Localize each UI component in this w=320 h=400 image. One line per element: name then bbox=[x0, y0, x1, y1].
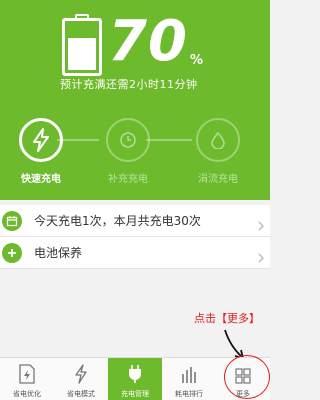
stage-label: 补充充电 bbox=[108, 174, 148, 185]
lightning-icon bbox=[54, 358, 108, 384]
stage-label: 涓流充电 bbox=[198, 174, 238, 185]
chevron-right-icon bbox=[258, 248, 264, 267]
calendar-icon bbox=[2, 211, 22, 231]
charging-stages: 快速充电 补充充电 涓流充电 bbox=[0, 112, 270, 192]
tab-power-optimization[interactable]: 省电优化 bbox=[0, 358, 54, 400]
tab-label: 耗电排行 bbox=[175, 390, 203, 398]
clock-icon bbox=[106, 118, 150, 162]
chevron-right-icon bbox=[258, 216, 264, 235]
lightning-icon bbox=[19, 118, 63, 162]
charge-time-estimate: 预计充满还需2小时11分钟 bbox=[60, 78, 198, 91]
percentage-symbol: % bbox=[189, 53, 203, 68]
document-lightning-icon bbox=[0, 358, 54, 384]
tab-power-mode[interactable]: 省电模式 bbox=[54, 358, 108, 400]
plus-icon bbox=[2, 243, 22, 263]
droplet-icon bbox=[196, 118, 240, 162]
tutorial-annotation: 点击【更多】 bbox=[194, 312, 260, 325]
list-item-battery-maintenance[interactable]: 电池保养 bbox=[0, 237, 270, 269]
percentage-value: 70 bbox=[108, 9, 188, 74]
battery-maintenance-text: 电池保养 bbox=[34, 246, 83, 260]
list-item-charge-count[interactable]: 今天充电1次，本月共充电30次 bbox=[0, 205, 270, 237]
tab-label: 省电模式 bbox=[67, 390, 95, 398]
stage-label: 快速充电 bbox=[21, 174, 61, 185]
stage-supplement-charge[interactable]: 补充充电 bbox=[98, 118, 158, 185]
tab-label: 充电管理 bbox=[121, 390, 149, 398]
tab-label: 省电优化 bbox=[13, 390, 41, 398]
annotation-highlight-circle bbox=[224, 355, 270, 399]
plug-icon bbox=[108, 358, 162, 384]
charge-count-text: 今天充电1次，本月共充电30次 bbox=[34, 214, 201, 228]
battery-percentage: 70 % bbox=[108, 10, 203, 74]
stage-fast-charge[interactable]: 快速充电 bbox=[11, 118, 71, 185]
charging-status-panel: 70 % 预计充满还需2小时11分钟 快速充电 补充充电 涓流充电 bbox=[0, 0, 270, 200]
info-list: 今天充电1次，本月共充电30次 电池保养 bbox=[0, 205, 270, 269]
battery-icon bbox=[62, 14, 102, 76]
stage-trickle-charge[interactable]: 涓流充电 bbox=[188, 118, 248, 185]
tab-charge-management[interactable]: 充电管理 bbox=[108, 358, 162, 400]
bar-chart-icon bbox=[162, 358, 216, 384]
tab-power-ranking[interactable]: 耗电排行 bbox=[162, 358, 216, 400]
